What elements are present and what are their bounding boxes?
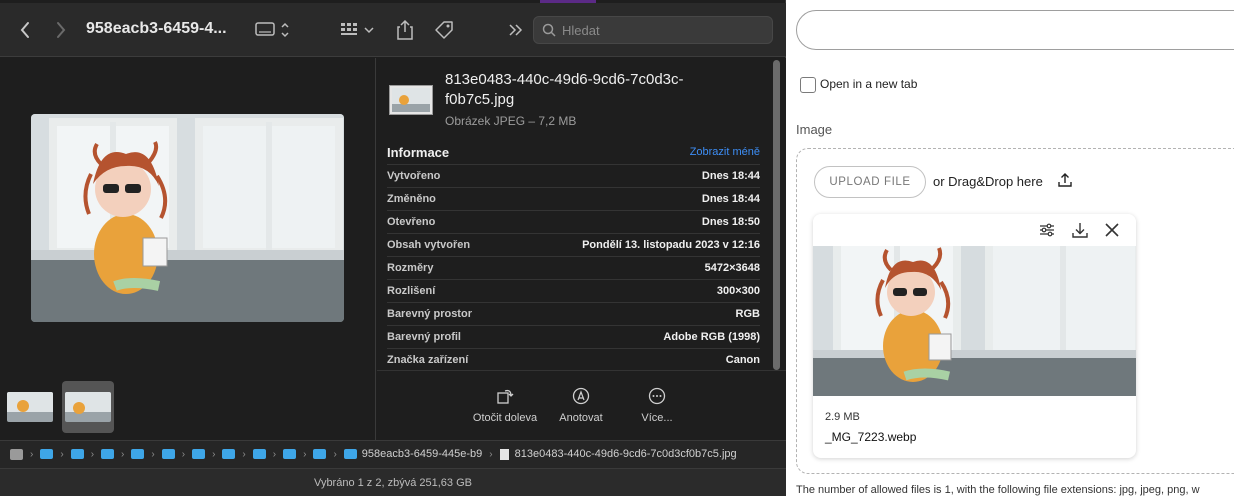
window-title: 958eacb3-6459-4... [86, 20, 227, 37]
file-kind: Obrázek JPEG – 7,2 MB [445, 114, 577, 128]
info-row: Rozlišení 300×300 [387, 279, 760, 302]
forward-chevron-icon[interactable] [50, 18, 72, 42]
card-toolbar [813, 214, 1136, 246]
path-file-name[interactable]: 813e0483-440c-49d6-9cd6-7c0d3cf0b7c5.jpg [515, 448, 737, 460]
thumbnail-2-selected[interactable] [62, 381, 114, 433]
thumbnail-1[interactable] [4, 381, 56, 433]
ellipsis-icon [648, 387, 666, 405]
group-by-icon[interactable] [338, 19, 378, 41]
share-icon[interactable] [394, 17, 416, 43]
rotate-left-button[interactable]: Otočit doleva [470, 387, 540, 425]
info-row: Rozměry 5472×3648 [387, 256, 760, 279]
info-row: Barevný profil Adobe RGB (1998) [387, 325, 760, 348]
folder-icon[interactable] [131, 449, 145, 459]
folder-icon[interactable] [252, 449, 266, 459]
path-crumbs: › › › › › › › › › › › 958eacb3-6459-445e… [10, 448, 737, 460]
preview-pane [0, 58, 376, 440]
search-icon [542, 23, 556, 37]
folder-icon[interactable] [283, 449, 297, 459]
file-name: 813e0483-440c-49d6-9cd6-7c0d3c-f0b7c5.jp… [445, 71, 684, 108]
rotate-left-label: Otočit doleva [472, 412, 538, 424]
folder-icon[interactable] [40, 449, 54, 459]
view-mode-icon[interactable] [254, 19, 294, 41]
search-field[interactable]: Hledat [533, 16, 773, 44]
path-bar: › › › › › › › › › › › 958eacb3-6459-445e… [0, 440, 786, 468]
folder-icon[interactable] [70, 449, 84, 459]
finder-toolbar: 958eacb3-6459-4... Hledat [0, 3, 786, 57]
status-bar: Vybráno 1 z 2, zbývá 251,63 GB [0, 468, 786, 496]
new-tab-checkbox[interactable] [800, 77, 816, 93]
folder-icon[interactable] [343, 449, 357, 459]
image-field-label: Image [796, 122, 833, 137]
finder-window: 958eacb3-6459-4... Hledat 813e0483-440c-… [0, 0, 786, 496]
folder-icon[interactable] [161, 449, 175, 459]
tag-icon[interactable] [432, 18, 456, 42]
download-icon[interactable] [1070, 220, 1090, 240]
path-folder-name[interactable]: 958eacb3-6459-445e-b9 [362, 448, 483, 460]
annotate-button[interactable]: Anotovat [546, 387, 616, 425]
upload-icon [1058, 173, 1072, 187]
file-thumbnail-icon [389, 85, 433, 115]
back-chevron-icon[interactable] [14, 18, 36, 42]
show-less-link[interactable]: Zobrazit méně [690, 146, 760, 158]
adjust-settings-icon[interactable] [1037, 220, 1057, 240]
photo-preview [31, 114, 344, 322]
info-row: Značka zařízení Canon [387, 348, 760, 371]
drag-drop-text: or Drag&Drop here [933, 174, 1043, 189]
info-rows: Vytvořeno Dnes 18:44 Změněno Dnes 18:44 Ot… [387, 164, 760, 371]
uploaded-file-card: 2.9 MB _MG_7223.webp [813, 214, 1136, 458]
folder-icon[interactable] [192, 449, 206, 459]
info-row: Otevřeno Dnes 18:50 [387, 210, 760, 233]
uploaded-file-name: _MG_7223.webp [825, 430, 917, 444]
allowed-files-note: The number of allowed files is 1, with t… [796, 484, 1200, 496]
file-size: 2.9 MB [825, 411, 860, 423]
search-placeholder: Hledat [562, 23, 600, 38]
new-tab-label: Open in a new tab [820, 77, 918, 91]
uploaded-image-preview [813, 246, 1136, 396]
more-actions-button[interactable]: Více... [622, 387, 692, 425]
folder-icon[interactable] [313, 449, 327, 459]
annotate-label: Anotovat [559, 412, 603, 424]
info-scrollbar[interactable] [773, 60, 780, 372]
info-row: Vytvořeno Dnes 18:44 [387, 164, 760, 187]
folder-icon[interactable] [101, 449, 115, 459]
info-row: Obsah vytvořen Pondělí 13. listopadu 2023… [387, 233, 760, 256]
close-icon[interactable] [1102, 220, 1122, 240]
info-row: Barevný prostor RGB [387, 302, 760, 325]
more-actions-label: Více... [641, 412, 673, 424]
url-input[interactable] [796, 10, 1234, 50]
annotate-icon [572, 387, 590, 405]
disk-icon[interactable] [10, 448, 23, 460]
folder-icon[interactable] [222, 449, 236, 459]
more-toolbar-icon[interactable] [506, 20, 526, 40]
file-icon [499, 448, 509, 460]
quick-actions: Otočit doleva Anotovat Více... [377, 370, 786, 440]
info-row: Změněno Dnes 18:44 [387, 187, 760, 210]
upload-file-button[interactable]: UPLOAD FILE [814, 166, 926, 198]
rotate-left-icon [497, 389, 514, 404]
info-heading: Informace [387, 145, 450, 160]
